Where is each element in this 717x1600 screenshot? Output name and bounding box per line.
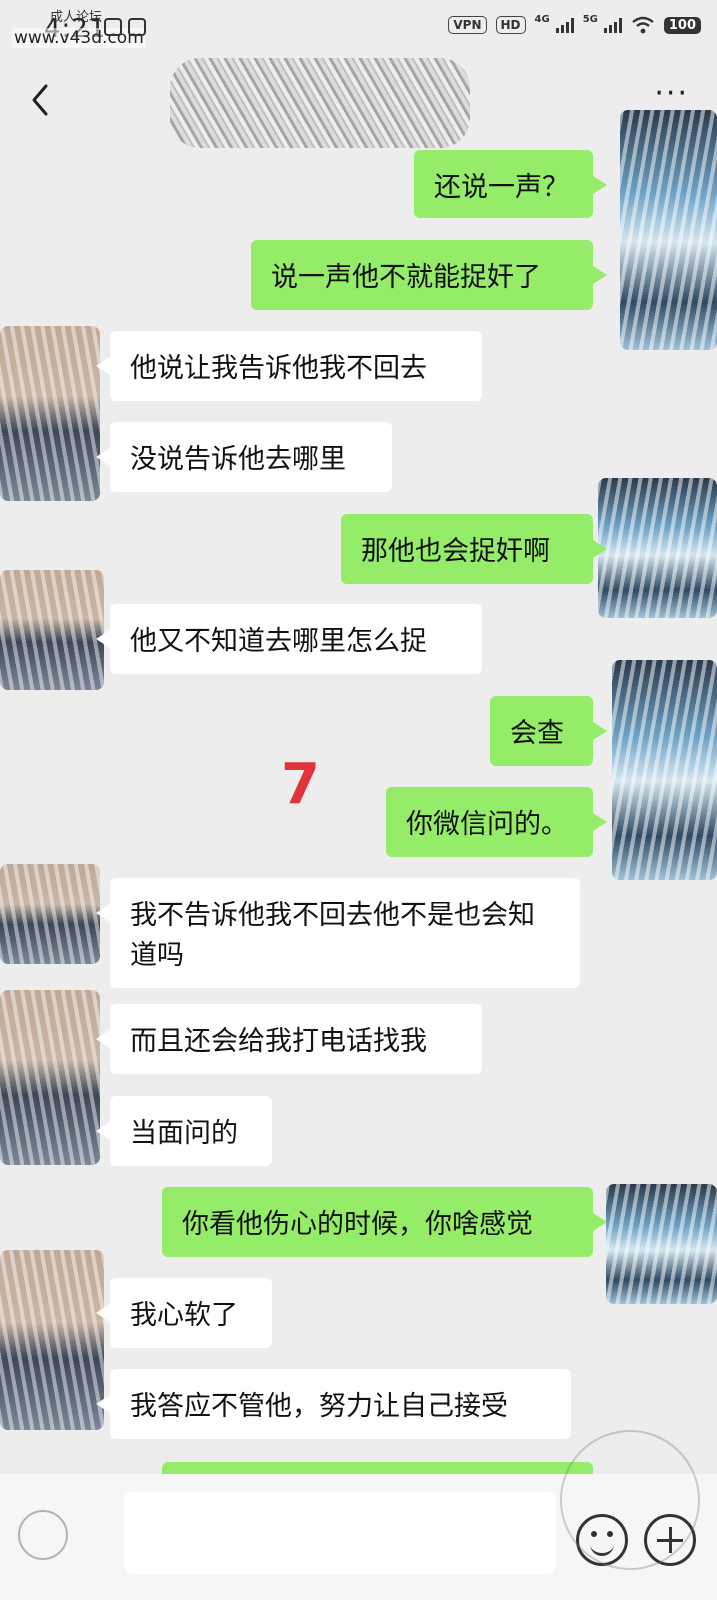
message-bubble-incoming[interactable]: 没说告诉他去哪里 <box>96 422 392 492</box>
message-input[interactable] <box>124 1492 556 1574</box>
signal-icon <box>555 17 574 33</box>
battery-indicator: 100 <box>663 16 701 34</box>
annotation-marker: 7 <box>281 752 320 817</box>
avatar-self[interactable] <box>598 478 717 618</box>
chat-header: ··· <box>0 58 717 148</box>
avatar-contact[interactable] <box>0 570 104 690</box>
avatar-self[interactable] <box>612 660 717 880</box>
voice-icon[interactable] <box>18 1510 68 1560</box>
avatar-contact[interactable] <box>0 1250 104 1430</box>
status-bar: 4:21 成人论坛 www.v43d.com VPN HD 4G 5G 100 <box>0 0 717 58</box>
chat-title-redacted <box>170 58 470 148</box>
message-bubble-incoming[interactable]: 他说让我告诉他我不回去 <box>96 331 482 401</box>
wifi-icon <box>632 16 654 34</box>
message-bubble-incoming[interactable]: 我答应不管他，努力让自己接受 <box>96 1369 571 1439</box>
chat-screen: 4:21 成人论坛 www.v43d.com VPN HD 4G 5G 100 … <box>0 0 717 1600</box>
more-dots-icon[interactable]: ··· <box>654 79 689 109</box>
message-bubble-incoming[interactable]: 我不告诉他我不回去他不是也会知道吗 <box>96 878 580 988</box>
notification-shield-icon <box>104 18 122 36</box>
network-5g-label: 5G <box>582 13 598 25</box>
watermark-site: www.v43d.com <box>12 28 146 48</box>
message-bubble-incoming[interactable]: 而且还会给我打电话找我 <box>96 1004 482 1074</box>
signal-icon <box>603 17 622 33</box>
message-bubble-incoming[interactable]: 他又不知道去哪里怎么捉 <box>96 604 482 674</box>
avatar-self[interactable] <box>606 1184 717 1304</box>
chevron-left-icon[interactable] <box>22 80 62 120</box>
message-bubble-outgoing[interactable]: 说一声他不就能捉奸了 <box>251 240 607 310</box>
message-bubble-outgoing[interactable]: 你微信问的。 <box>386 787 607 857</box>
vpn-badge: VPN <box>448 16 487 34</box>
message-bubble-outgoing[interactable]: 你看他伤心的时候，你啥感觉 <box>162 1187 607 1257</box>
avatar-contact[interactable] <box>0 990 100 1165</box>
message-bubble-incoming[interactable]: 当面问的 <box>96 1096 272 1166</box>
hd-badge: HD <box>495 16 526 34</box>
status-indicators: VPN HD 4G 5G 100 <box>448 13 701 34</box>
message-bubble-outgoing[interactable]: 会查 <box>490 696 607 766</box>
message-bubble-outgoing[interactable]: 那他也会捉奸啊 <box>341 514 607 584</box>
message-bubble-outgoing[interactable]: 还说一声？ <box>414 150 607 218</box>
avatar-contact[interactable] <box>0 326 100 501</box>
watermark-forum: 成人论坛 <box>50 10 103 25</box>
message-bubble-incoming[interactable]: 我心软了 <box>96 1278 272 1348</box>
avatar-contact[interactable] <box>0 864 100 964</box>
network-4g-label: 4G <box>534 13 550 25</box>
notification-app-icon <box>128 18 146 36</box>
avatar-self[interactable] <box>620 110 717 350</box>
